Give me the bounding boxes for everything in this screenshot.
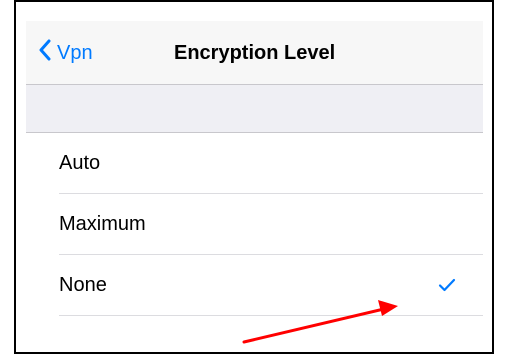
row-divider: [59, 315, 483, 316]
option-maximum[interactable]: Maximum: [26, 194, 483, 255]
chevron-left-icon: [38, 39, 57, 67]
option-label: Maximum: [59, 213, 146, 235]
option-label: None: [59, 274, 107, 296]
back-button[interactable]: Vpn: [38, 38, 93, 68]
back-button-label: Vpn: [57, 41, 93, 64]
encryption-level-list: Auto Maximum None: [26, 133, 483, 316]
option-label: Auto: [59, 152, 101, 174]
navigation-bar: Vpn Encryption Level: [26, 21, 483, 85]
option-none[interactable]: None: [26, 255, 483, 316]
page-title: Encryption Level: [174, 42, 336, 64]
option-auto[interactable]: Auto: [26, 133, 483, 194]
section-header-spacer: [26, 85, 483, 133]
checkmark-icon: [438, 278, 456, 292]
